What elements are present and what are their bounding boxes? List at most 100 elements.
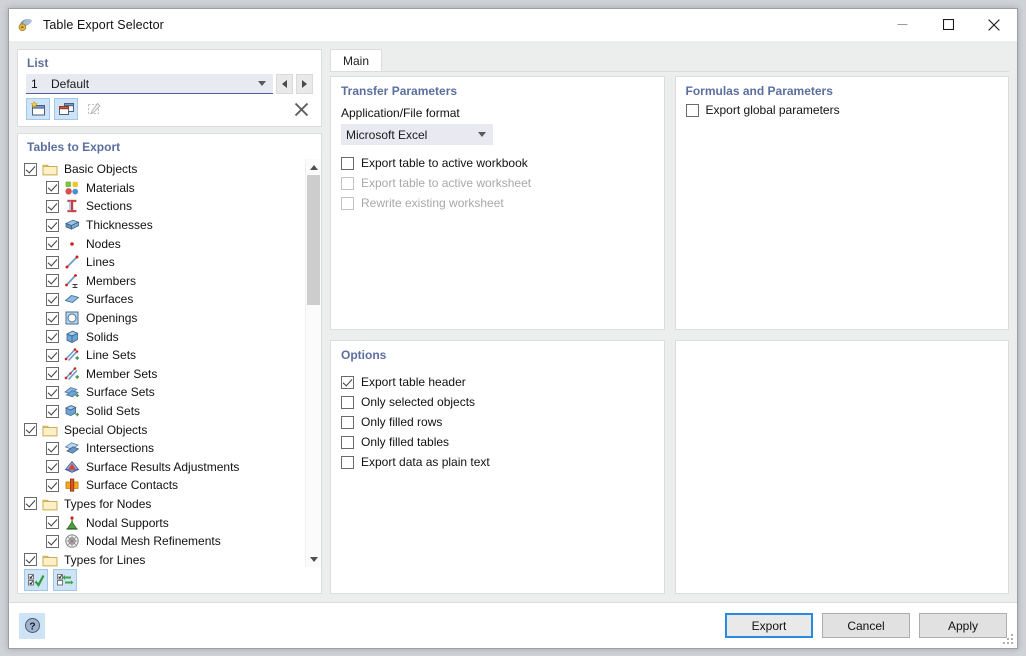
tree-row-checkbox[interactable] [46, 200, 59, 213]
tree-row-checkbox[interactable] [24, 553, 37, 566]
delete-x-icon[interactable] [289, 98, 313, 120]
dialog-footer: ? Export Cancel Apply [9, 602, 1017, 648]
tree-row[interactable]: Special Objects [18, 420, 305, 439]
tree-row-checkbox[interactable] [46, 442, 59, 455]
tree-row[interactable]: Surface Sets [18, 383, 305, 402]
checkbox[interactable] [341, 436, 354, 449]
tree-row-checkbox[interactable] [46, 219, 59, 232]
checkbox[interactable] [686, 104, 699, 117]
tree-row[interactable]: Types for Nodes [18, 495, 305, 514]
scrollbar-track[interactable] [306, 175, 322, 551]
checkbox-row[interactable]: Only filled rows [331, 412, 664, 432]
scroll-up-icon[interactable] [306, 159, 322, 175]
maximize-icon[interactable] [925, 9, 971, 40]
copy-list-icon[interactable] [54, 98, 78, 120]
invert-selection-icon[interactable] [53, 569, 77, 591]
checkbox[interactable] [341, 157, 354, 170]
formulas-and-parameters-title: Formulas and Parameters [676, 77, 1009, 100]
tree-row-checkbox[interactable] [46, 181, 59, 194]
tree-row[interactable]: Members [18, 272, 305, 291]
formulas-checkbox-group: Export global parameters [676, 100, 1009, 120]
next-arrow-icon[interactable] [296, 74, 313, 94]
tree-row[interactable]: Nodes [18, 234, 305, 253]
checkbox-row[interactable]: Only filled tables [331, 432, 664, 452]
tree-row[interactable]: Nodal Mesh Refinements [18, 532, 305, 551]
tree-row[interactable]: Thicknesses [18, 216, 305, 235]
tree-row[interactable]: Openings [18, 309, 305, 328]
chevron-down-icon[interactable] [478, 132, 486, 137]
tree-scroll-area: Basic ObjectsMaterialsSectionsThicknesse… [18, 158, 321, 567]
tree-row-checkbox[interactable] [46, 312, 59, 325]
tree-row-checkbox[interactable] [46, 535, 59, 548]
tab-page-main: Transfer Parameters Application/File for… [330, 71, 1009, 594]
tree-row[interactable]: Line Sets [18, 346, 305, 365]
tree-row-checkbox[interactable] [46, 237, 59, 250]
apply-button[interactable]: Apply [919, 613, 1007, 638]
checkbox-row[interactable]: Only selected objects [331, 392, 664, 412]
list-combobox[interactable]: 1 Default [26, 74, 273, 94]
tree-row[interactable]: Lines [18, 253, 305, 272]
tree-row[interactable]: Surface Results Adjustments [18, 458, 305, 477]
checkbox-row[interactable]: Export global parameters [676, 100, 1009, 120]
tree-row-checkbox[interactable] [46, 293, 59, 306]
scroll-down-icon[interactable] [306, 551, 322, 567]
checkbox[interactable] [341, 376, 354, 389]
checkbox-row[interactable]: Export table to active workbook [331, 153, 664, 173]
lines-icon [64, 254, 80, 270]
tree-row-checkbox[interactable] [46, 256, 59, 269]
tree-row-checkbox[interactable] [46, 349, 59, 362]
surfaces-icon [64, 291, 80, 307]
tree-row-checkbox[interactable] [46, 274, 59, 287]
tree-row[interactable]: Types for Lines [18, 550, 305, 567]
intersections-icon [64, 440, 80, 456]
tree-row[interactable]: Materials [18, 179, 305, 198]
tree-row-checkbox[interactable] [46, 460, 59, 473]
checkbox-row[interactable]: Export data as plain text [331, 452, 664, 472]
tree-row-checkbox[interactable] [46, 367, 59, 380]
close-icon[interactable] [971, 9, 1017, 40]
tree-row-label: Openings [86, 311, 137, 325]
checkbox[interactable] [341, 456, 354, 469]
checkbox[interactable] [341, 396, 354, 409]
tree-row-label: Surface Results Adjustments [86, 460, 239, 474]
tab-main[interactable]: Main [330, 49, 382, 71]
tree-row-checkbox[interactable] [46, 516, 59, 529]
resize-grip-icon[interactable] [1003, 634, 1014, 645]
checkbox[interactable] [341, 416, 354, 429]
tree-row[interactable]: Basic Objects [18, 160, 305, 179]
nodal-supports-icon [64, 515, 80, 531]
tree-row[interactable]: Solid Sets [18, 402, 305, 421]
tree-row[interactable]: Intersections [18, 439, 305, 458]
tree-row[interactable]: Nodal Supports [18, 513, 305, 532]
tree-row[interactable]: Sections [18, 197, 305, 216]
tree-row[interactable]: Member Sets [18, 365, 305, 384]
minimize-icon[interactable] [879, 9, 925, 40]
tree-row-checkbox[interactable] [24, 163, 37, 176]
dialog-window: Table Export Selector List 1 Default [8, 8, 1018, 649]
tree-row-checkbox[interactable] [24, 423, 37, 436]
checkbox-label: Export global parameters [706, 103, 840, 117]
scrollbar-thumb[interactable] [307, 175, 320, 305]
checkbox-label: Only selected objects [361, 395, 475, 409]
cancel-button[interactable]: Cancel [822, 613, 910, 638]
tree-row-checkbox[interactable] [24, 497, 37, 510]
export-button[interactable]: Export [725, 613, 813, 638]
nodes-icon [64, 236, 80, 252]
tree-row-checkbox[interactable] [46, 405, 59, 418]
previous-arrow-icon[interactable] [276, 74, 293, 94]
chevron-down-icon[interactable] [258, 81, 266, 86]
tree-row-checkbox[interactable] [46, 479, 59, 492]
tree-row-checkbox[interactable] [46, 330, 59, 343]
tree-row[interactable]: Surfaces [18, 290, 305, 309]
checkbox-row[interactable]: Export table header [331, 372, 664, 392]
tree-row[interactable]: Surface Contacts [18, 476, 305, 495]
tree-vertical-scrollbar[interactable] [305, 159, 321, 567]
checkbox-row: Rewrite existing worksheet [331, 193, 664, 213]
tables-tree[interactable]: Basic ObjectsMaterialsSectionsThicknesse… [18, 159, 305, 567]
new-list-icon[interactable] [26, 98, 50, 120]
check-all-icon[interactable] [24, 569, 48, 591]
tree-row[interactable]: Solids [18, 327, 305, 346]
application-file-format-combobox[interactable]: Microsoft Excel [341, 124, 493, 145]
help-question-icon[interactable]: ? [19, 613, 45, 639]
tree-row-checkbox[interactable] [46, 386, 59, 399]
